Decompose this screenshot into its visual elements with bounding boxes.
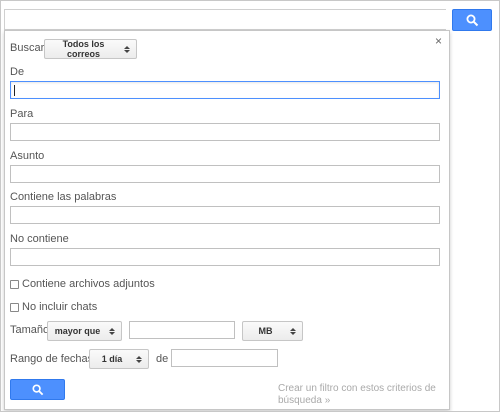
create-filter-link[interactable]: Crear un filtro con estos criterios de b…	[278, 383, 443, 407]
size-operator-value: mayor que	[54, 326, 101, 336]
search-scope-select[interactable]: Todos los correos	[44, 39, 137, 59]
search-button[interactable]	[452, 9, 492, 31]
size-unit-value: MB	[258, 326, 273, 336]
search-input[interactable]	[4, 9, 446, 30]
updown-arrows-icon	[122, 45, 132, 53]
has-attachment-label: Contiene archivos adjuntos	[22, 278, 155, 290]
date-of-label: de	[156, 353, 169, 365]
top-search-bar	[0, 0, 500, 32]
search-icon	[31, 383, 43, 395]
search-label: Buscar	[10, 42, 45, 54]
search-scope-value: Todos los correos	[62, 39, 105, 59]
size-unit-select[interactable]: MB	[242, 321, 303, 341]
date-range-label: Rango de fechas	[10, 353, 94, 365]
search-icon	[466, 14, 478, 26]
no-chats-label: No incluir chats	[22, 301, 98, 313]
updown-arrows-icon	[107, 327, 117, 335]
subject-field[interactable]	[10, 165, 440, 183]
has-words-field[interactable]	[10, 206, 440, 224]
size-label: Tamaño	[10, 324, 50, 336]
text-caret	[14, 85, 15, 96]
size-value-field[interactable]	[129, 321, 235, 339]
doesnt-have-field[interactable]	[10, 248, 440, 266]
close-icon[interactable]: ×	[435, 35, 442, 47]
updown-arrows-icon	[288, 327, 298, 335]
date-range-select[interactable]: 1 día	[89, 349, 149, 369]
size-operator-select[interactable]: mayor que	[47, 321, 122, 341]
updown-arrows-icon	[134, 355, 144, 363]
date-field[interactable]	[171, 349, 278, 367]
from-label: De	[10, 66, 25, 78]
no-chats-checkbox[interactable]	[10, 303, 19, 312]
subject-label: Asunto	[10, 150, 45, 162]
has-words-label: Contiene las palabras	[10, 191, 117, 203]
has-attachment-checkbox[interactable]	[10, 280, 19, 289]
to-label: Para	[10, 108, 34, 120]
date-range-value: 1 día	[101, 354, 123, 364]
doesnt-have-label: No contiene	[10, 233, 69, 245]
from-field[interactable]	[10, 81, 440, 99]
to-field[interactable]	[10, 123, 440, 141]
advanced-search-button[interactable]	[10, 379, 65, 400]
